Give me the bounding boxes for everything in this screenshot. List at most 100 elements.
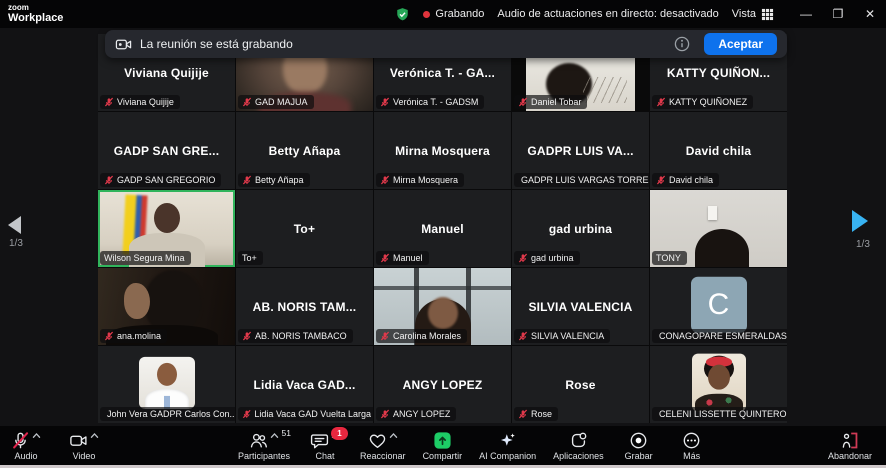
participant-tile[interactable]: ManuelManuel (374, 190, 511, 267)
participant-tile[interactable]: ANGY LOPEZANGY LOPEZ (374, 346, 511, 423)
part (374, 286, 511, 290)
participant-name-label: GADPR LUIS VARGAS TORRES (514, 173, 649, 187)
participant-tile[interactable]: Lidia Vaca GAD...Lidia Vaca GAD Vuelta L… (236, 346, 373, 423)
participant-tile[interactable]: To+To+ (236, 190, 373, 267)
part (154, 203, 180, 233)
security-shield-icon[interactable] (395, 7, 410, 22)
participant-tile[interactable]: AB. NORIS TAM...AB. NORIS TAMBACO (236, 268, 373, 345)
part (124, 283, 150, 319)
decoration (263, 442, 267, 446)
meeting-status-bar: Grabando Audio de actuaciones en directo… (395, 7, 774, 22)
minimize-button[interactable]: — (790, 0, 822, 28)
participant-label-text: Viviana Quijije (117, 97, 174, 107)
ai-button[interactable]: AI Companion (479, 431, 536, 461)
toolbar-item-label: Reaccionar (360, 451, 406, 461)
toolbar-left-group: Audio Video (8, 431, 102, 461)
participant-tile[interactable]: ana.molina (98, 268, 235, 345)
leave-button[interactable]: Abandonar (828, 431, 872, 461)
chat-icon-row: 1 (310, 431, 340, 450)
next-page-arrow[interactable] (852, 210, 868, 232)
toolbar-item-label: Participantes (238, 451, 290, 461)
share-button[interactable]: Compartir (423, 431, 463, 461)
react-button[interactable]: Reaccionar (360, 431, 406, 461)
maximize-button[interactable]: ❐ (822, 0, 854, 28)
decoration (766, 16, 769, 19)
muted-mic-icon (380, 253, 390, 263)
participant-tile[interactable]: CCONAGOPARE ESMERALDAS (650, 268, 787, 345)
participant-tile[interactable]: Wilson Segura Mina (98, 190, 235, 267)
toolbar-item-label: Compartir (423, 451, 463, 461)
participant-tile[interactable]: gad urbinagad urbina (512, 190, 649, 267)
record-button[interactable]: Grabar (621, 431, 657, 461)
participant-label-text: CELENI LISSETTE QUINTERO ... (659, 409, 787, 419)
participant-name-label: Verónica T. - GADSM (376, 95, 484, 109)
info-icon[interactable] (674, 36, 690, 52)
decoration (254, 434, 259, 439)
muted-mic-icon (104, 331, 114, 341)
participant-name-label: Carolina Morales (376, 329, 467, 343)
share-icon-row (433, 431, 452, 450)
chat-button[interactable]: 1Chat (307, 431, 343, 461)
participant-label-text: GAD MAJUA (255, 97, 308, 107)
participant-tile[interactable]: Mirna MosqueraMirna Mosquera (374, 112, 511, 189)
decoration (398, 8, 409, 20)
decoration (91, 433, 97, 436)
participant-tile[interactable]: CELENI LISSETTE QUINTERO ... (650, 346, 787, 423)
decoration (681, 40, 683, 42)
decoration (687, 439, 689, 441)
participant-tile[interactable]: John Vera GADPR Carlos Con... (98, 346, 235, 423)
participant-count: 51 (282, 428, 291, 438)
participant-tile[interactable]: RoseRose (512, 346, 649, 423)
apps-button[interactable]: Aplicaciones (553, 431, 604, 461)
chevron-up-icon[interactable] (389, 432, 398, 439)
participant-tile[interactable]: GADPR LUIS VA...GADPR LUIS VARGAS TORRES (512, 112, 649, 189)
zoom-workplace-logo: zoom Workplace (8, 4, 63, 24)
chevron-up-icon[interactable] (32, 432, 41, 439)
participant-name-label: AB. NORIS TAMBACO (238, 329, 353, 343)
participant-tile[interactable]: Carolina Morales (374, 268, 511, 345)
chevron-up-icon[interactable] (270, 432, 279, 439)
muted-mic-icon (104, 175, 114, 185)
participant-name-label: GAD MAJUA (238, 95, 314, 109)
participant-name-label: ana.molina (100, 329, 167, 343)
muted-mic-icon (380, 409, 390, 419)
brand-workplace: Workplace (8, 13, 63, 24)
more-button[interactable]: Más (674, 431, 710, 461)
previous-page-arrow[interactable] (8, 216, 21, 234)
decoration (694, 439, 696, 441)
muted-mic-icon (518, 97, 528, 107)
video-button[interactable]: Video (66, 431, 102, 461)
view-button[interactable]: Vista (732, 8, 774, 21)
meeting-toolbar: Audio Video 51 Participantes 1Chat Reacciona… (0, 426, 886, 465)
more-icon (682, 431, 701, 450)
record-icon-row (629, 431, 648, 450)
audio-button[interactable]: Audio (8, 431, 44, 461)
muted-mic-icon (380, 175, 390, 185)
participant-name-label: SILVIA VALENCIA (514, 329, 610, 343)
participant-label-text: TONY (656, 253, 681, 263)
participant-label-text: Betty Añapa (255, 175, 304, 185)
participants-icon (249, 431, 268, 450)
part (708, 206, 717, 220)
participant-tile[interactable]: SILVIA VALENCIASILVIA VALENCIA (512, 268, 649, 345)
participant-tile[interactable]: David chilaDavid chila (650, 112, 787, 189)
participant-tile[interactable]: TONY (650, 190, 787, 267)
decoration (845, 434, 849, 438)
page-indicator-left: 1/3 (9, 238, 23, 249)
participant-tile[interactable]: Betty AñapaBetty Añapa (236, 112, 373, 189)
brand-zoom: zoom (8, 4, 63, 12)
participants-button[interactable]: 51 Participantes (238, 431, 290, 461)
participant-label-text: David chila (669, 175, 713, 185)
accept-button[interactable]: Aceptar (704, 33, 777, 55)
participant-name-label: GADP SAN GREGORIO (100, 173, 221, 187)
participant-tile[interactable]: GADP SAN GRE...GADP SAN GREGORIO (98, 112, 235, 189)
page-indicator-right: 1/3 (856, 239, 870, 250)
record-icon (629, 431, 648, 450)
decoration (691, 439, 693, 441)
decoration (572, 434, 584, 446)
close-button[interactable]: ✕ (854, 0, 886, 28)
window-controls: — ❐ ✕ (790, 0, 886, 28)
decoration (260, 435, 264, 439)
chevron-up-icon[interactable] (90, 432, 99, 439)
toolbar-item-label: Abandonar (828, 451, 872, 461)
